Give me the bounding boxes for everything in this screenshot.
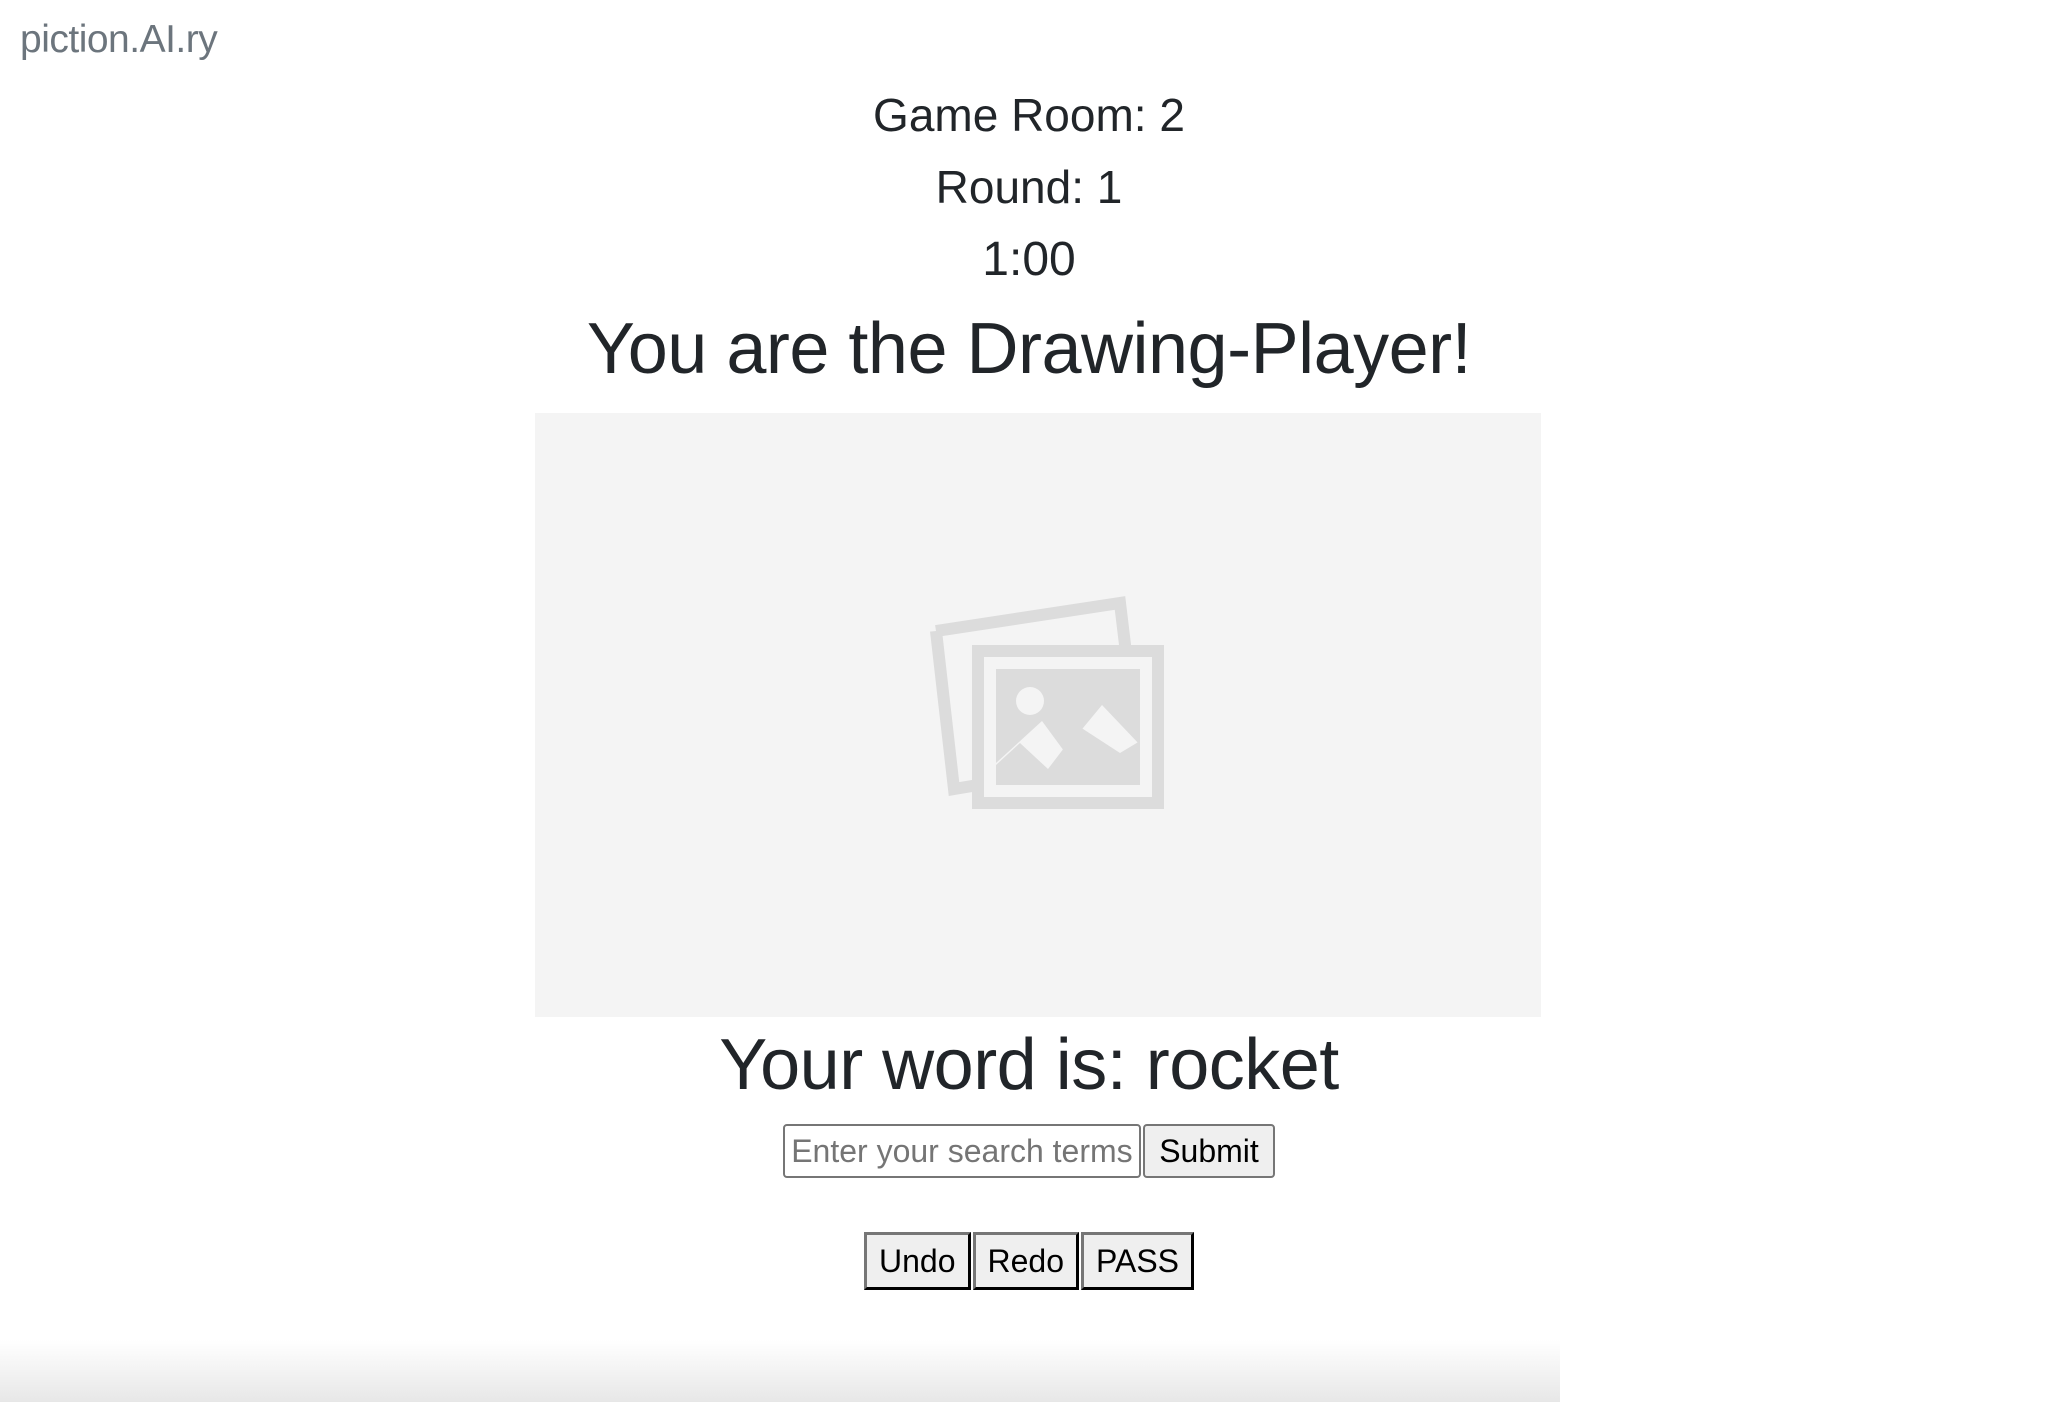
image-placeholder-icon bbox=[930, 596, 1164, 809]
round-label: Round: 1 bbox=[935, 161, 1123, 213]
secret-word-label: Your word is: rocket bbox=[719, 1025, 1339, 1105]
search-input[interactable] bbox=[783, 1124, 1142, 1178]
brand-logo-text[interactable]: piction.AI.ry bbox=[20, 18, 218, 62]
countdown-timer: 1:00 bbox=[982, 233, 1076, 286]
submit-button[interactable]: Submit bbox=[1143, 1124, 1275, 1178]
game-room-label: Game Room: 2 bbox=[873, 89, 1185, 141]
pass-button[interactable]: PASS bbox=[1081, 1232, 1194, 1290]
redo-button[interactable]: Redo bbox=[972, 1232, 1079, 1290]
drawing-tools: Undo Redo PASS bbox=[0, 1232, 2058, 1290]
bottom-edge-shadow bbox=[0, 1340, 1560, 1402]
player-role-heading: You are the Drawing-Player! bbox=[586, 309, 1472, 389]
search-form: Submit bbox=[0, 1124, 2058, 1178]
drawing-canvas[interactable] bbox=[535, 413, 1541, 1017]
undo-button[interactable]: Undo bbox=[864, 1232, 971, 1290]
